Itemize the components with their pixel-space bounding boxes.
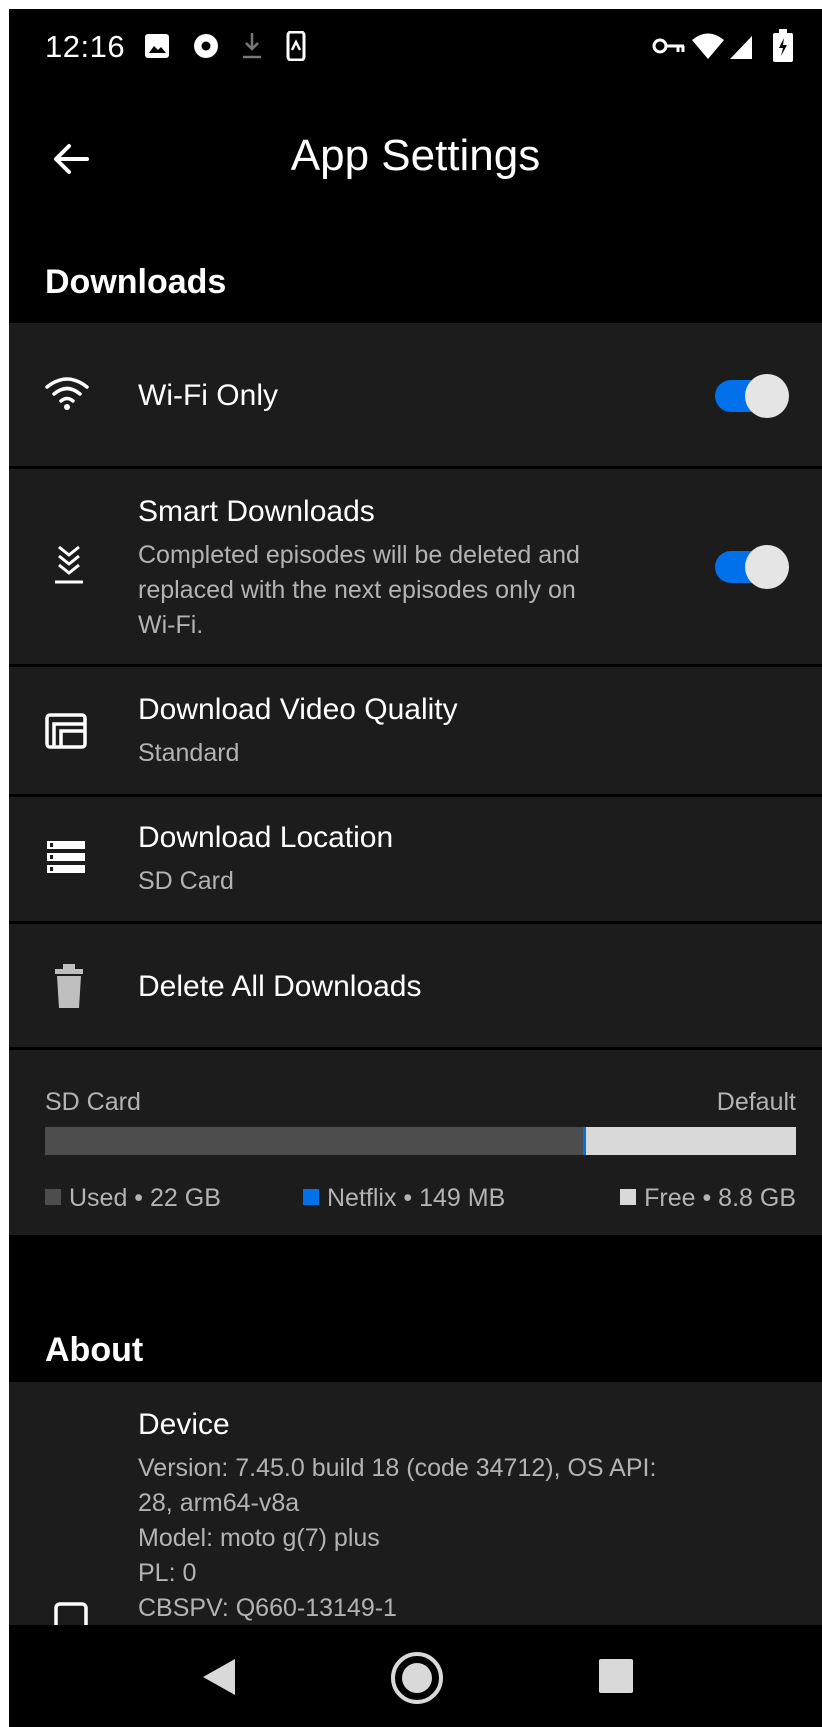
smart-downloads-label: Smart Downloads [138, 495, 375, 528]
smart-downloads-row[interactable]: Smart Downloads Completed episodes will … [9, 469, 822, 664]
phone-sync-icon [286, 31, 306, 61]
vpn-key-icon [652, 38, 685, 54]
trash-icon [55, 964, 83, 1008]
delete-all-downloads-label: Delete All Downloads [138, 970, 422, 1003]
delete-all-downloads-row[interactable]: Delete All Downloads [9, 924, 822, 1047]
download-video-quality-label: Download Video Quality [138, 693, 458, 726]
legend-free: Free • 8.8 GB [620, 1184, 796, 1213]
device-info-row: Device Version: 7.45.0 build 18 (code 34… [9, 1382, 822, 1650]
home-circle-icon[interactable] [389, 1650, 445, 1706]
smart-downloads-icon [55, 545, 83, 584]
recents-square-icon[interactable] [597, 1657, 635, 1695]
smart-downloads-toggle[interactable] [715, 545, 791, 589]
about-section-title: About [45, 1331, 144, 1369]
wifi-icon [692, 33, 724, 59]
battery-icon [773, 29, 793, 62]
storage-name: SD Card [45, 1088, 141, 1116]
back-triangle-icon[interactable] [199, 1655, 239, 1699]
status-time: 12:16 [45, 29, 126, 64]
storage-indicator: SD Card Default Used • 22 GB Netflix • 1… [9, 1050, 822, 1235]
record-icon [194, 34, 218, 58]
legend-netflix-swatch [303, 1189, 319, 1205]
signal-icon [730, 36, 752, 59]
downloads-section-title: Downloads [45, 263, 227, 301]
download-video-quality-value: Standard [138, 739, 240, 767]
wifi-only-label: Wi-Fi Only [138, 379, 278, 412]
device-details: Version: 7.45.0 build 18 (code 34712), O… [138, 1454, 657, 1622]
system-nav-bar [9, 1625, 822, 1727]
storage-used-segment [45, 1127, 583, 1155]
page-title: App Settings [290, 131, 541, 180]
storage-bar [45, 1127, 796, 1155]
toggle-knob [745, 374, 789, 418]
wifi-only-toggle[interactable] [715, 374, 791, 418]
legend-used-swatch [45, 1189, 61, 1205]
storage-netflix-segment [582, 1127, 586, 1155]
toggle-knob [745, 545, 789, 589]
legend-used: Used • 22 GB [45, 1184, 221, 1213]
download-arrow-icon [243, 33, 261, 59]
smart-downloads-description: Completed episodes will be deleted and r… [138, 541, 580, 639]
download-location-label: Download Location [138, 821, 394, 854]
wifi-only-row[interactable]: Wi-Fi Only [9, 323, 822, 466]
download-video-quality-row[interactable]: Download Video Quality Standard [9, 667, 822, 794]
legend-netflix: Netflix • 149 MB [303, 1184, 505, 1213]
wifi-icon [45, 377, 89, 410]
video-quality-icon [45, 713, 87, 749]
device-title: Device [138, 1408, 230, 1441]
storage-default-tag: Default [716, 1088, 796, 1116]
image-icon [145, 34, 169, 58]
legend-free-swatch [620, 1189, 637, 1205]
download-location-row[interactable]: Download Location SD Card [9, 797, 822, 921]
status-bar: 12:16 [9, 9, 822, 93]
download-location-value: SD Card [138, 867, 234, 895]
app-screen: 12:16 App Settings Downloads Wi-Fi Only … [9, 9, 822, 1727]
storage-location-icon [47, 841, 85, 873]
